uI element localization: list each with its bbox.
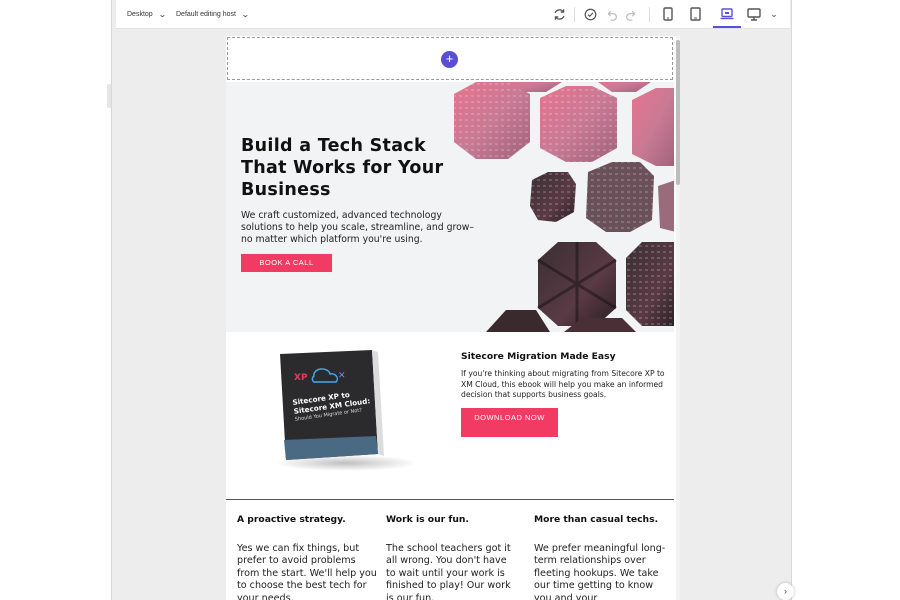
- active-device-indicator: [713, 26, 741, 28]
- desktop-view-button[interactable]: [745, 5, 763, 23]
- editing-host-dropdown[interactable]: Default editing host ⌄: [176, 0, 250, 29]
- laptop-view-button[interactable]: [718, 5, 736, 23]
- device-dropdown-label: Desktop: [127, 11, 153, 18]
- mobile-view-button[interactable]: [659, 5, 677, 23]
- validate-button[interactable]: [581, 5, 599, 23]
- tablet-view-button[interactable]: [686, 5, 704, 23]
- undo-button[interactable]: [602, 5, 620, 23]
- editor-window: Desktop ⌄ Default editing host ⌄ ⌄ + Bui…: [111, 0, 792, 600]
- section-divider: [226, 499, 674, 500]
- toolbar-separator: [649, 7, 650, 22]
- device-dropdown[interactable]: Desktop ⌄: [127, 0, 167, 29]
- hero-text: We craft customized, advanced technology…: [241, 210, 475, 245]
- feature-text: The school teachers got it all wrong. Yo…: [386, 543, 511, 600]
- desktop-icon: [747, 7, 761, 21]
- tablet-icon: [689, 7, 701, 21]
- chevron-down-icon: ⌄: [770, 8, 778, 19]
- toolbar-separator: [574, 7, 575, 22]
- add-component-button[interactable]: +: [441, 51, 458, 68]
- canvas-scrollbar[interactable]: [676, 36, 680, 600]
- feature-column[interactable]: Work is our fun. The school teachers got…: [386, 514, 516, 600]
- book-a-call-button[interactable]: BOOK A CALL: [241, 254, 332, 272]
- feature-text: We prefer meaningful long-term relations…: [534, 543, 666, 600]
- check-circle-icon: [584, 8, 596, 20]
- ebook-text: If you're thinking about migrating from …: [461, 369, 665, 400]
- hero-title: Build a Tech Stack That Works for Your B…: [241, 136, 444, 200]
- editing-host-label: Default editing host: [176, 11, 236, 18]
- refresh-button[interactable]: [550, 5, 568, 23]
- page-canvas: + Build a Tech Stack That Works for Your…: [226, 36, 676, 600]
- download-now-button[interactable]: DOWNLOAD NOW: [461, 408, 558, 437]
- mobile-icon: [663, 7, 673, 21]
- svg-text:✕: ✕: [338, 371, 346, 381]
- feature-title: Work is our fun.: [386, 514, 469, 525]
- redo-button[interactable]: [622, 5, 640, 23]
- feature-title: A proactive strategy.: [237, 514, 346, 525]
- feature-column[interactable]: More than casual techs. We prefer meanin…: [534, 514, 666, 600]
- undo-icon: [607, 10, 617, 21]
- hero-section[interactable]: Build a Tech Stack That Works for Your B…: [226, 82, 674, 332]
- feature-text: Yes we can fix things, but prefer to avo…: [237, 543, 377, 600]
- redo-icon: [625, 10, 635, 21]
- scrollbar-thumb[interactable]: [676, 40, 680, 185]
- feature-title: More than casual techs.: [534, 514, 659, 525]
- more-devices-button[interactable]: ⌄: [765, 5, 783, 23]
- ebook-title: Sitecore Migration Made Easy: [461, 351, 616, 362]
- feature-column[interactable]: A proactive strategy. Yes we can fix thi…: [237, 514, 377, 600]
- empty-placeholder[interactable]: +: [227, 37, 673, 80]
- laptop-icon: [720, 8, 734, 20]
- ebook-section[interactable]: XP ✕ Sitecore XP to Sitecore XM Cloud: S…: [226, 332, 674, 500]
- svg-text:XP: XP: [294, 373, 308, 383]
- hexagon-building-image: [454, 82, 674, 332]
- chevron-right-icon[interactable]: ›: [777, 583, 794, 600]
- screen: Desktop ⌄ Default editing host ⌄ ⌄ + Bui…: [0, 0, 900, 600]
- editor-toolbar: Desktop ⌄ Default editing host ⌄ ⌄: [116, 0, 790, 29]
- chevron-down-icon: ⌄: [240, 10, 250, 19]
- chevron-down-icon: ⌄: [157, 10, 167, 19]
- refresh-icon: [553, 8, 565, 20]
